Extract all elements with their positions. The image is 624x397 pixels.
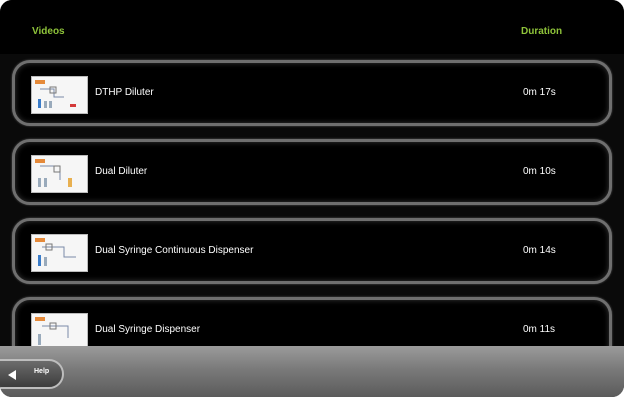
- video-list-screen: Videos Duration DTHP Diluter 0m 17s Dual…: [0, 0, 624, 397]
- video-row-dual-diluter[interactable]: Dual Diluter 0m 10s: [12, 139, 612, 205]
- diagram-thumbnail-icon: [31, 234, 88, 272]
- videos-column-header: Videos: [32, 26, 65, 37]
- arrow-left-icon: [8, 370, 16, 380]
- bottom-toolbar: Help: [0, 346, 624, 397]
- video-row-dual-syringe-dispenser[interactable]: Dual Syringe Dispenser 0m 11s: [12, 297, 612, 346]
- diagram-thumbnail-icon: [31, 76, 88, 114]
- video-list[interactable]: DTHP Diluter 0m 17s Dual Diluter 0m 10s: [0, 54, 624, 346]
- help-button-label: Help: [34, 368, 50, 375]
- list-header: Videos Duration: [0, 0, 624, 54]
- video-title: Dual Syringe Dispenser: [95, 324, 201, 335]
- video-duration: 0m 14s: [523, 245, 556, 256]
- video-duration: 0m 11s: [523, 324, 556, 335]
- help-back-button[interactable]: Help: [0, 359, 64, 389]
- diagram-thumbnail-icon: [31, 155, 88, 193]
- duration-column-header: Duration: [521, 26, 563, 37]
- video-title: Dual Diluter: [95, 166, 148, 177]
- video-title: DTHP Diluter: [95, 87, 154, 98]
- video-title: Dual Syringe Continuous Dispenser: [95, 245, 254, 256]
- video-row-dthp-diluter[interactable]: DTHP Diluter 0m 17s: [12, 60, 612, 126]
- video-row-dual-syringe-continuous-dispenser[interactable]: Dual Syringe Continuous Dispenser 0m 14s: [12, 218, 612, 284]
- video-duration: 0m 17s: [523, 87, 556, 98]
- video-duration: 0m 10s: [523, 166, 556, 177]
- diagram-thumbnail-icon: [31, 313, 88, 346]
